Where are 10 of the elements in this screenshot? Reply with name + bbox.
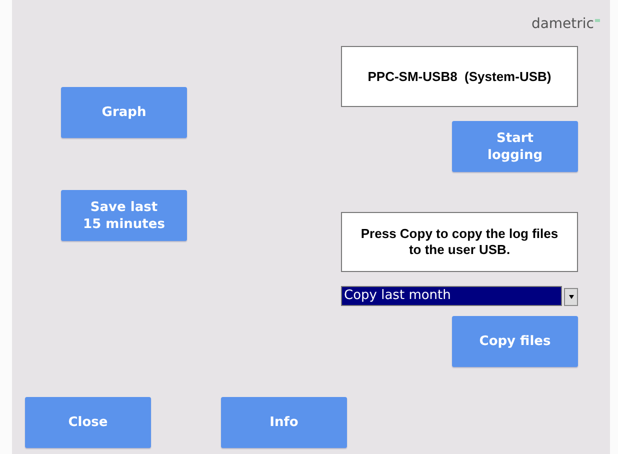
save-button[interactable]: Save last 15 minutes [61, 190, 187, 241]
logo: dametric [531, 16, 600, 38]
start-logging-button[interactable]: Start logging [452, 121, 578, 172]
graph-button[interactable]: Graph [61, 87, 187, 138]
instruction-text: Press Copy to copy the log files to the user USB. [341, 212, 578, 272]
info-button[interactable]: Info [221, 397, 347, 448]
close-button[interactable]: Close [25, 397, 151, 448]
device-label: PPC-SM-USB8 (System-USB) [341, 46, 578, 107]
copy-files-button[interactable]: Copy files [452, 316, 578, 367]
copy-dropdown[interactable]: Copy last month [341, 286, 578, 306]
